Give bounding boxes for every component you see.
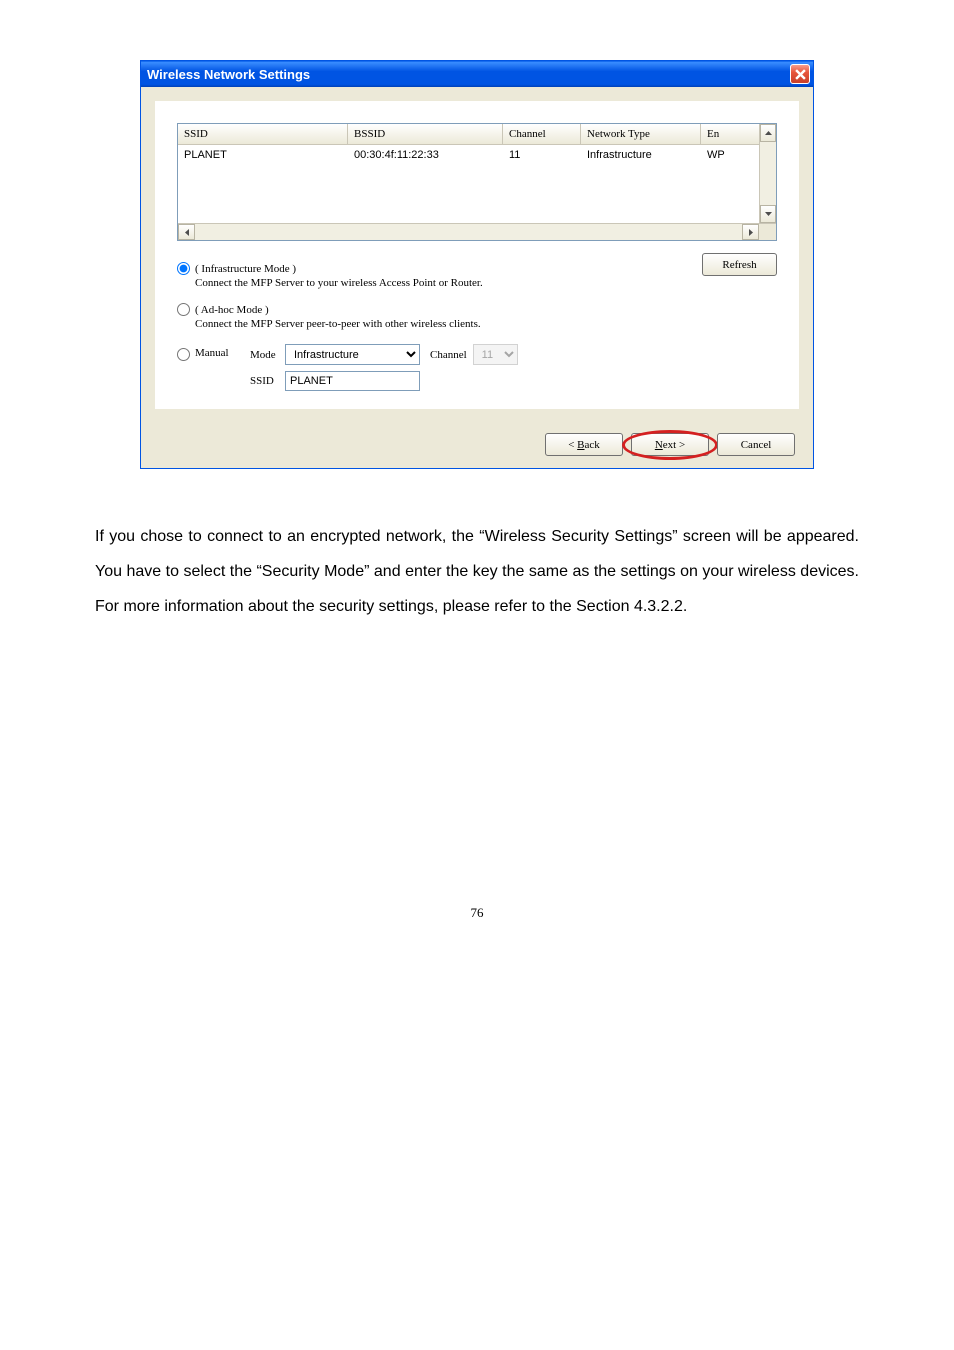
header-bssid[interactable]: BSSID (348, 124, 503, 144)
dialog-title: Wireless Network Settings (147, 67, 310, 82)
back-button[interactable]: < Back (545, 433, 623, 456)
body-paragraph: If you chose to connect to an encrypted … (95, 519, 859, 625)
cell-network-type: Infrastructure (581, 145, 701, 165)
next-button[interactable]: Next > (631, 433, 709, 456)
radio-adhoc-label: ( Ad-hoc Mode ) (195, 304, 269, 316)
radio-adhoc[interactable] (177, 303, 190, 316)
horizontal-scrollbar[interactable] (178, 223, 776, 240)
vertical-scrollbar[interactable] (759, 124, 776, 223)
page-number: 76 (95, 905, 859, 921)
close-icon (795, 69, 806, 80)
radio-infrastructure[interactable] (177, 262, 190, 275)
cell-channel: 11 (503, 145, 581, 165)
hscroll-thumb[interactable] (304, 225, 632, 239)
adhoc-desc: Connect the MFP Server peer-to-peer with… (195, 318, 777, 330)
scroll-up-button[interactable] (760, 124, 776, 142)
radio-option-manual: Manual Mode Infrastructure Channel 11 (177, 344, 777, 391)
chevron-down-icon (765, 212, 772, 216)
hscroll-track[interactable] (195, 224, 742, 240)
header-network-type[interactable]: Network Type (581, 124, 701, 144)
header-ssid[interactable]: SSID (178, 124, 348, 144)
red-highlight-circle (622, 430, 718, 460)
chevron-left-icon (185, 229, 189, 236)
close-button[interactable] (790, 64, 810, 84)
scroll-right-button[interactable] (742, 224, 759, 240)
table-row[interactable]: PLANET 00:30:4f:11:22:33 11 Infrastructu… (178, 145, 759, 165)
radio-manual-label: Manual (195, 347, 245, 359)
radio-manual[interactable] (177, 348, 190, 361)
scroll-corner (759, 224, 776, 240)
dialog-screenshot: Wireless Network Settings SSID BSSID (140, 60, 814, 469)
chevron-up-icon (765, 131, 772, 135)
header-en[interactable]: En (701, 124, 759, 144)
radio-option-infrastructure: ( Infrastructure Mode ) Connect the MFP … (177, 262, 777, 289)
cell-en: WP (701, 145, 759, 165)
scroll-left-button[interactable] (178, 224, 195, 240)
cell-ssid: PLANET (178, 145, 348, 165)
table-header-row: SSID BSSID Channel Network Type En (178, 124, 759, 145)
network-table[interactable]: SSID BSSID Channel Network Type En PLANE… (177, 123, 777, 241)
radio-infrastructure-label: ( Infrastructure Mode ) (195, 263, 296, 275)
button-row: < Back Next > Cancel (141, 423, 813, 468)
ssid-label: SSID (250, 375, 285, 387)
cell-bssid: 00:30:4f:11:22:33 (348, 145, 503, 165)
channel-label: Channel (430, 349, 467, 361)
scroll-down-button[interactable] (760, 205, 776, 223)
titlebar: Wireless Network Settings (141, 61, 813, 87)
ssid-input[interactable] (285, 371, 420, 391)
cancel-button[interactable]: Cancel (717, 433, 795, 456)
refresh-button[interactable]: Refresh (702, 253, 777, 276)
channel-select: 11 (473, 344, 518, 365)
infrastructure-desc: Connect the MFP Server to your wireless … (195, 277, 777, 289)
chevron-right-icon (749, 229, 753, 236)
radio-option-adhoc: ( Ad-hoc Mode ) Connect the MFP Server p… (177, 303, 777, 330)
mode-select[interactable]: Infrastructure (285, 344, 420, 365)
mode-label: Mode (250, 349, 285, 361)
scroll-thumb[interactable] (760, 142, 776, 205)
header-channel[interactable]: Channel (503, 124, 581, 144)
